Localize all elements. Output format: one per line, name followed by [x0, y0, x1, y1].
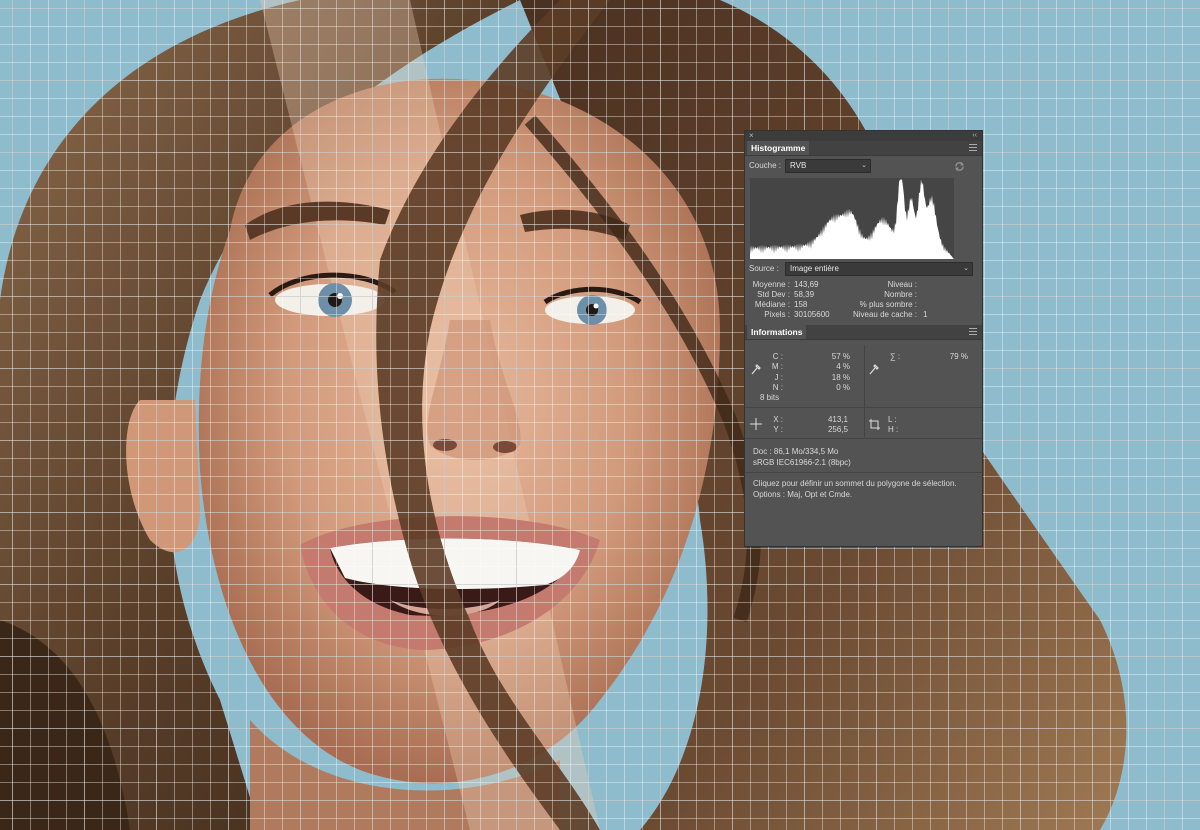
pixels-value: 30105600: [794, 310, 830, 319]
divider: [864, 345, 865, 407]
histogram-shape: [750, 179, 954, 259]
close-icon[interactable]: ×: [749, 131, 754, 141]
total-ink-label: ∑ :: [890, 352, 901, 361]
total-ink-value: 79 %: [949, 352, 968, 361]
histogram-graph: [750, 178, 954, 259]
bit-depth: 8 bits: [760, 393, 780, 402]
source-value: Image entière: [790, 264, 839, 273]
count-label: Nombre :: [884, 290, 917, 299]
c-value: 57 %: [831, 352, 850, 361]
width-label: L :: [888, 415, 897, 424]
y-value: 256,5: [827, 425, 848, 434]
m-label: M :: [771, 362, 783, 371]
divider: [745, 472, 982, 473]
n-label: N :: [772, 383, 783, 392]
j-label: J :: [774, 373, 783, 382]
mean-label: Moyenne :: [752, 280, 790, 289]
tool-hint-line1: Cliquez pour définir un sommet du polygo…: [753, 479, 957, 488]
grid-overlay: [0, 0, 1200, 830]
x-label: X :: [773, 415, 783, 424]
level-label: Niveau :: [887, 280, 917, 289]
stddev-value: 58,39: [794, 290, 815, 299]
panel-menu-icon[interactable]: [969, 328, 977, 335]
n-value: 0 %: [836, 383, 850, 392]
channel-value: RVB: [790, 161, 807, 170]
doc-size: Doc : 86,1 Mo/334,5 Mo: [753, 447, 839, 456]
tool-hint-line2: Options : Maj, Opt et Cmde.: [753, 490, 853, 499]
source-select[interactable]: Image entière ⌄: [785, 262, 973, 276]
eyedropper-icon[interactable]: [869, 363, 879, 375]
histogram-info-panel: × ‹‹ Histogramme Couche : RVB ⌄ Source :…: [744, 130, 983, 547]
j-value: 18 %: [831, 373, 850, 382]
collapse-icon[interactable]: ‹‹: [972, 131, 977, 141]
panel-title-bar[interactable]: × ‹‹: [745, 131, 982, 141]
panel-menu-icon[interactable]: [969, 144, 977, 151]
pixels-label: Pixels :: [764, 310, 790, 319]
mean-value: 143,69: [794, 280, 819, 289]
refresh-icon[interactable]: [954, 161, 965, 172]
c-label: C :: [772, 352, 783, 361]
selection-size-icon: [869, 419, 880, 430]
x-value: 413,1: [827, 415, 848, 424]
median-label: Médiane :: [754, 300, 790, 309]
y-label: Y :: [773, 425, 783, 434]
median-value: 158: [794, 300, 808, 309]
document-canvas[interactable]: [0, 0, 1200, 830]
divider: [745, 438, 982, 439]
channel-select[interactable]: RVB ⌄: [785, 159, 871, 173]
divider: [864, 408, 865, 438]
histogram-tab-row: Histogramme: [745, 141, 982, 156]
tab-histogram[interactable]: Histogramme: [747, 141, 810, 155]
chevron-down-icon: ⌄: [963, 265, 969, 272]
tab-informations[interactable]: Informations: [747, 325, 807, 339]
chevron-down-icon: ⌄: [861, 162, 867, 169]
info-tab-row: Informations: [745, 325, 982, 340]
color-profile: sRGB IEC61966-2.1 (8bpc): [753, 458, 851, 467]
stddev-label: Std Dev :: [757, 290, 790, 299]
height-label: H :: [888, 425, 899, 434]
cache-label: Niveau de cache :: [852, 310, 917, 319]
source-label: Source :: [749, 264, 779, 273]
m-value: 4 %: [836, 362, 850, 371]
cache-value: 1: [923, 310, 928, 319]
channel-label: Couche :: [749, 161, 782, 170]
darker-label: % plus sombre :: [859, 300, 917, 309]
